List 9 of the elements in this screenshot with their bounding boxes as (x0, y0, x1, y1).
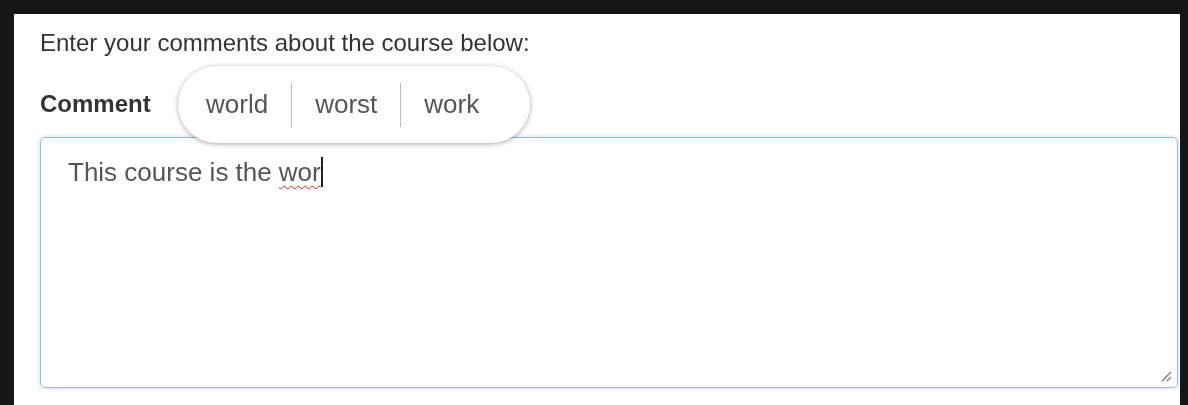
text-cursor (320, 157, 323, 187)
suggestion-item[interactable]: work (401, 89, 503, 120)
misspelled-word: wor (278, 156, 321, 188)
instruction-text: Enter your comments about the course below: (40, 28, 531, 58)
resize-grip-icon[interactable] (1160, 370, 1172, 382)
typed-text: This course is the (68, 156, 272, 188)
field-label: Comment (40, 89, 151, 119)
suggestion-item[interactable]: world (206, 89, 292, 120)
suggestion-item[interactable]: worst (292, 89, 401, 120)
